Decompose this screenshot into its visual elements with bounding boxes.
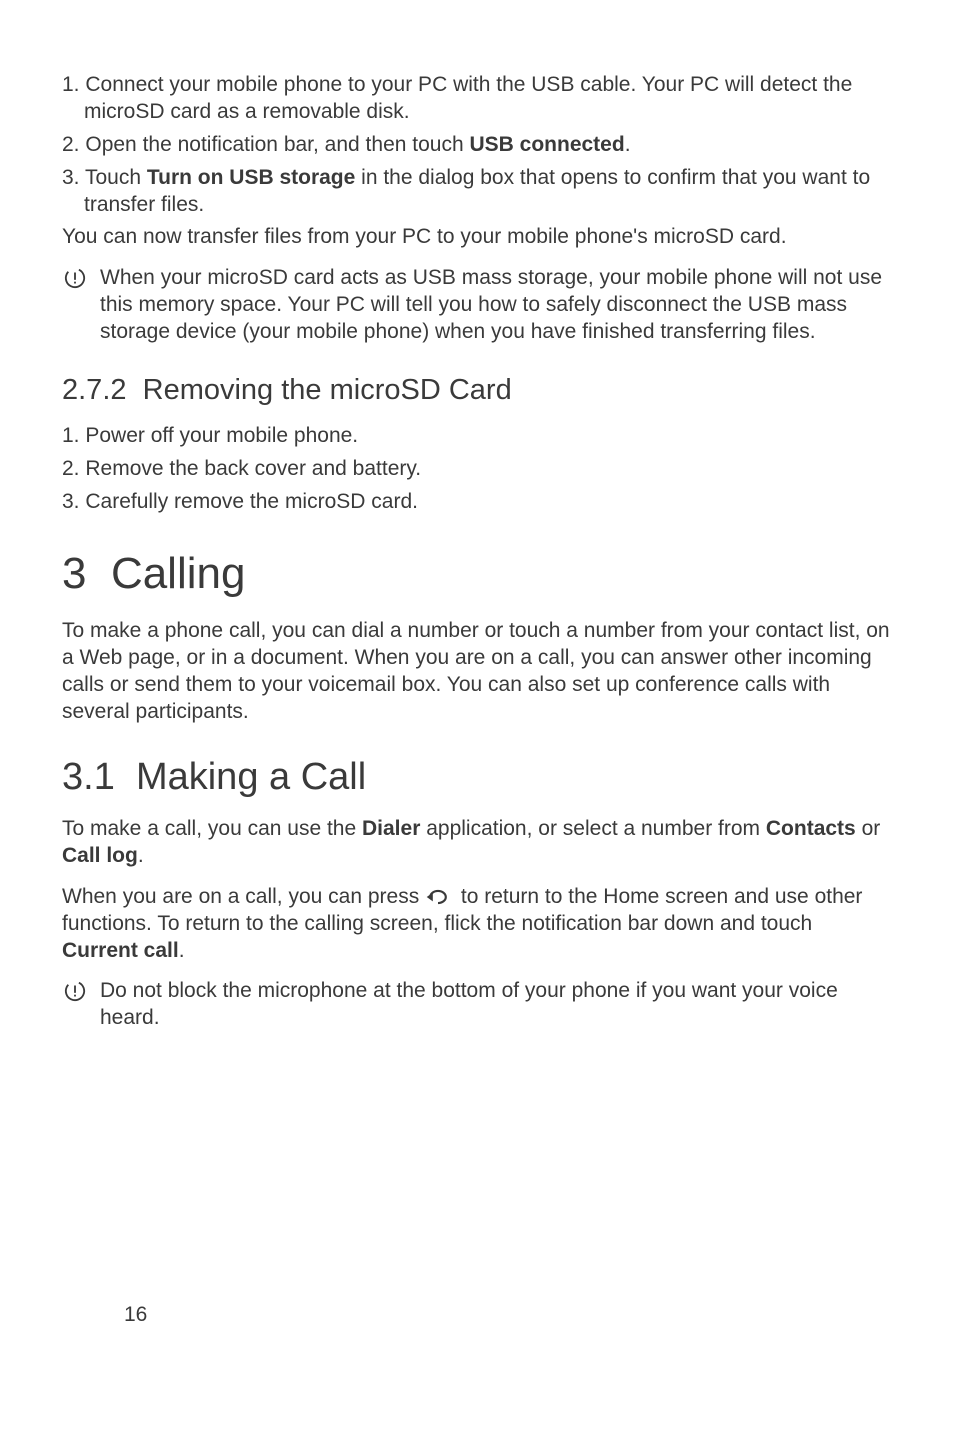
step-a3: 3. Touch Turn on USB storage in the dial… [62, 165, 892, 219]
p3-e: or [856, 817, 881, 840]
step-a2-text-a: Open the notification bar, and then touc… [85, 133, 469, 156]
step-a2: 2. Open the notification bar, and then t… [62, 132, 892, 159]
h2-num: 3.1 [62, 756, 115, 798]
warning-icon [62, 978, 88, 1032]
h2-title: Making a Call [136, 756, 366, 798]
note-text-2: Do not block the microphone at the botto… [100, 978, 892, 1032]
heading-3-1: 3.1 Making a Call [62, 753, 892, 802]
note-block-1: When your microSD card acts as USB mass … [62, 265, 892, 346]
h1-num: 3 [62, 549, 86, 598]
back-arrow-icon [425, 884, 455, 911]
step-b1: 1. Power off your mobile phone. [62, 423, 892, 450]
step-b1-text: Power off your mobile phone. [85, 424, 358, 447]
p4-a: When you are on a call, you can press [62, 885, 425, 908]
step-a1-text: Connect your mobile phone to your PC wit… [84, 73, 852, 123]
step-b2-text: Remove the back cover and battery. [85, 457, 421, 480]
body-para-1: You can now transfer files from your PC … [62, 224, 892, 251]
step-a1: 1. Connect your mobile phone to your PC … [62, 72, 892, 126]
step-a3-bold: Turn on USB storage [147, 166, 355, 189]
body-para-2: To make a phone call, you can dial a num… [62, 618, 892, 726]
heading-2-7-2: 2.7.2 Removing the microSD Card [62, 372, 892, 409]
step-a3-text-a: Touch [85, 166, 147, 189]
steps-list-b: 1. Power off your mobile phone. 2. Remov… [62, 423, 892, 516]
h3a-title: Removing the microSD Card [143, 374, 512, 406]
p4-d: . [179, 939, 185, 962]
note-block-2: Do not block the microphone at the botto… [62, 978, 892, 1032]
step-a2-bold: USB connected [469, 133, 624, 156]
p4-c: Current call [62, 939, 179, 962]
page-number: 16 [124, 1302, 147, 1329]
page: 1. Connect your mobile phone to your PC … [62, 72, 892, 1369]
p3-c: application, or select a number from [420, 817, 766, 840]
step-a2-text-c: . [625, 133, 631, 156]
p3-f: Call log [62, 844, 138, 867]
h3a-num: 2.7.2 [62, 374, 127, 406]
step-b2: 2. Remove the back cover and battery. [62, 456, 892, 483]
warning-icon [62, 265, 88, 346]
step-b1-num: 1. [62, 424, 80, 447]
step-a3-num: 3. [62, 166, 80, 189]
p3-g: . [138, 844, 144, 867]
h1-title: Calling [111, 549, 246, 598]
p3-d: Contacts [766, 817, 856, 840]
body-para-3: To make a call, you can use the Dialer a… [62, 816, 892, 870]
heading-3: 3 Calling [62, 546, 892, 602]
steps-list-a: 1. Connect your mobile phone to your PC … [62, 72, 892, 218]
step-b3-num: 3. [62, 490, 80, 513]
step-b2-num: 2. [62, 457, 80, 480]
step-b3: 3. Carefully remove the microSD card. [62, 489, 892, 516]
step-a1-num: 1. [62, 73, 80, 96]
p3-a: To make a call, you can use the [62, 817, 362, 840]
note-text-1: When your microSD card acts as USB mass … [100, 265, 892, 346]
step-a2-num: 2. [62, 133, 80, 156]
p3-b: Dialer [362, 817, 420, 840]
step-b3-text: Carefully remove the microSD card. [85, 490, 418, 513]
body-para-4: When you are on a call, you can press to… [62, 884, 892, 965]
